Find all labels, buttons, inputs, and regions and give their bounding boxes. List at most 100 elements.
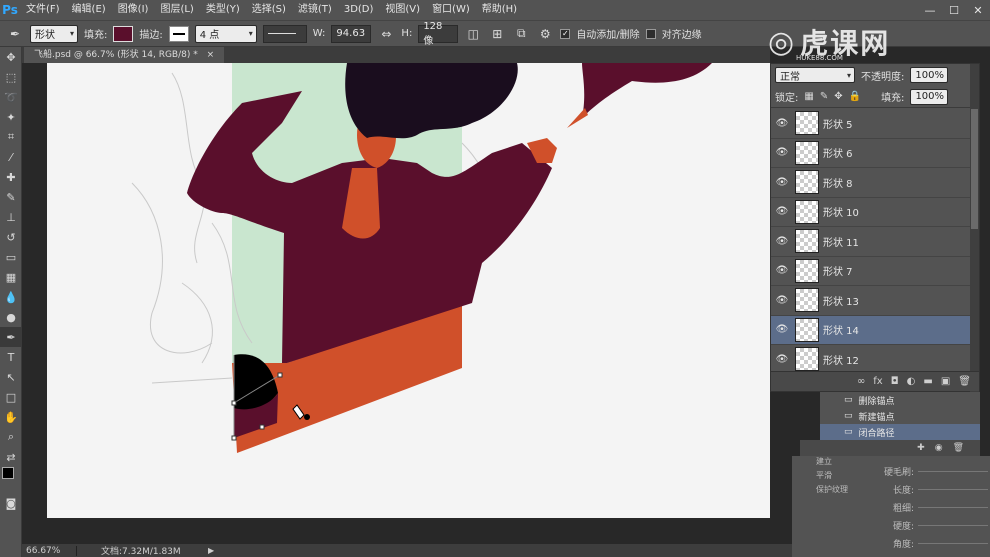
path-selection-tool-icon[interactable]: ↖ bbox=[0, 367, 22, 387]
type-tool-icon[interactable]: T bbox=[0, 347, 22, 367]
tool-mode-select[interactable]: 形状 ▾ bbox=[30, 24, 78, 43]
minimize-button[interactable]: — bbox=[918, 0, 942, 20]
bristle-row[interactable]: 硬毛刷: bbox=[878, 462, 988, 480]
stiffness-row[interactable]: 硬度: bbox=[878, 516, 988, 534]
eye-icon[interactable]: 👁 bbox=[771, 118, 793, 129]
path-arrangement-icon[interactable]: ⧉ bbox=[512, 25, 530, 43]
layer-style-icon[interactable]: fx bbox=[873, 376, 882, 387]
lock-all-icon[interactable]: 🔒 bbox=[849, 91, 861, 102]
menu-file[interactable]: 文件(F) bbox=[20, 0, 66, 20]
bristle-slider[interactable] bbox=[918, 470, 988, 472]
eye-icon[interactable]: 👁 bbox=[771, 265, 793, 276]
eye-icon[interactable]: 👁 bbox=[771, 236, 793, 247]
adjustment-layer-icon[interactable]: ◐ bbox=[907, 376, 916, 387]
layer-row[interactable]: 👁 形状 12 bbox=[771, 345, 979, 371]
eraser-tool-icon[interactable]: ▭ bbox=[0, 247, 22, 267]
blur-tool-icon[interactable]: 💧 bbox=[0, 287, 22, 307]
path-alignment-icon[interactable]: ⊞ bbox=[488, 25, 506, 43]
thickness-slider[interactable] bbox=[918, 506, 988, 508]
trash-icon[interactable]: 🗑 bbox=[958, 376, 971, 387]
pen-tool-preset-icon[interactable]: ✒ bbox=[6, 25, 24, 43]
action-row-selected[interactable]: ▭ 闭合路径 bbox=[820, 424, 980, 440]
layer-row-selected[interactable]: 👁 形状 14 bbox=[771, 315, 979, 345]
lock-image-icon[interactable]: ✎ bbox=[820, 91, 828, 102]
eye-icon[interactable]: 👁 bbox=[771, 354, 793, 365]
menu-filter[interactable]: 滤镜(T) bbox=[292, 0, 338, 20]
canvas-artwork[interactable] bbox=[22, 63, 770, 548]
menu-3d[interactable]: 3D(D) bbox=[338, 0, 380, 20]
swap-colors-icon[interactable]: ⇄ bbox=[0, 447, 22, 467]
menu-window[interactable]: 窗口(W) bbox=[426, 0, 476, 20]
menu-view[interactable]: 视图(V) bbox=[379, 0, 426, 20]
height-input[interactable]: 128 像 bbox=[418, 21, 459, 47]
angle-row[interactable]: 角度: bbox=[878, 534, 988, 552]
menu-type[interactable]: 类型(Y) bbox=[200, 0, 246, 20]
angle-slider[interactable] bbox=[918, 542, 988, 544]
menu-image[interactable]: 图像(I) bbox=[112, 0, 155, 20]
brush-option-protect-texture[interactable]: 保护纹理 bbox=[792, 484, 872, 498]
healing-brush-tool-icon[interactable]: ✚ bbox=[0, 167, 22, 187]
canvas-workspace[interactable] bbox=[22, 63, 770, 548]
clone-stamp-tool-icon[interactable]: ⊥ bbox=[0, 207, 22, 227]
foreground-color-swatch[interactable] bbox=[2, 467, 14, 479]
path-operations-icon[interactable]: ◫ bbox=[464, 25, 482, 43]
brush-tool-icon[interactable]: ✎ bbox=[0, 187, 22, 207]
status-menu-arrow-icon[interactable]: ▶ bbox=[208, 546, 214, 555]
action-row[interactable]: ▭ 新建锚点 bbox=[820, 408, 980, 424]
layer-row[interactable]: 👁 形状 10 bbox=[771, 197, 979, 227]
new-group-icon[interactable]: ▬ bbox=[923, 376, 932, 387]
width-input[interactable]: 94.63 bbox=[331, 24, 372, 43]
eyedropper-tool-icon[interactable]: ⁄ bbox=[0, 147, 22, 167]
zoom-level[interactable]: 66.67% bbox=[22, 545, 77, 556]
record-icon[interactable]: ◉ bbox=[935, 443, 943, 453]
close-tab-icon[interactable]: × bbox=[207, 50, 215, 60]
pen-tool-icon[interactable]: ✒ bbox=[0, 327, 22, 347]
brush-option-build-up[interactable]: 建立 bbox=[792, 456, 872, 470]
opacity-input[interactable]: 100% bbox=[910, 67, 949, 83]
move-tool-icon[interactable]: ✥ bbox=[0, 47, 22, 67]
align-edges-checkbox[interactable] bbox=[645, 28, 656, 39]
quick-mask-icon[interactable]: ◙ bbox=[0, 493, 22, 513]
layers-scrollbar-thumb[interactable] bbox=[971, 109, 978, 229]
marquee-tool-icon[interactable]: ⬚ bbox=[0, 67, 22, 87]
menu-layer[interactable]: 图层(L) bbox=[154, 0, 199, 20]
dodge-tool-icon[interactable]: ● bbox=[0, 307, 22, 327]
fill-color-swatch[interactable] bbox=[113, 25, 134, 42]
magic-wand-tool-icon[interactable]: ✦ bbox=[0, 107, 22, 127]
lock-transparent-icon[interactable]: ▦ bbox=[804, 91, 813, 102]
fill-opacity-input[interactable]: 100% bbox=[910, 88, 949, 105]
gear-icon[interactable]: ⚙ bbox=[536, 25, 554, 43]
eye-icon[interactable]: 👁 bbox=[771, 324, 793, 335]
menu-edit[interactable]: 编辑(E) bbox=[66, 0, 112, 20]
auto-add-delete-checkbox[interactable]: ✓ bbox=[560, 28, 571, 39]
eye-icon[interactable]: 👁 bbox=[771, 206, 793, 217]
close-button[interactable]: ✕ bbox=[966, 0, 990, 20]
rectangle-tool-icon[interactable]: □ bbox=[0, 387, 22, 407]
length-slider[interactable] bbox=[918, 488, 988, 490]
layer-row[interactable]: 👁 形状 13 bbox=[771, 286, 979, 316]
stroke-type-select[interactable] bbox=[262, 24, 307, 43]
layer-mask-icon[interactable]: ◘ bbox=[891, 376, 899, 387]
crop-tool-icon[interactable]: ⌗ bbox=[0, 127, 22, 147]
layers-scrollbar[interactable] bbox=[970, 64, 979, 393]
menu-help[interactable]: 帮助(H) bbox=[476, 0, 523, 20]
eye-icon[interactable]: 👁 bbox=[771, 295, 793, 306]
new-layer-icon[interactable]: ▣ bbox=[941, 376, 950, 387]
eye-icon[interactable]: 👁 bbox=[771, 147, 793, 158]
link-icon[interactable]: ⇔ bbox=[377, 25, 395, 43]
zoom-tool-icon[interactable]: ⌕ bbox=[0, 427, 22, 447]
brush-option-smoothing[interactable]: 平滑 bbox=[792, 470, 872, 484]
lasso-tool-icon[interactable]: ➰ bbox=[0, 87, 22, 107]
hand-tool-icon[interactable]: ✋ bbox=[0, 407, 22, 427]
length-row[interactable]: 长度: bbox=[878, 480, 988, 498]
history-brush-tool-icon[interactable]: ↺ bbox=[0, 227, 22, 247]
stroke-color-swatch[interactable] bbox=[168, 25, 189, 42]
action-row[interactable]: ▭ 删除锚点 bbox=[820, 392, 980, 408]
gradient-tool-icon[interactable]: ▦ bbox=[0, 267, 22, 287]
blend-mode-select[interactable]: 正常 ▾ bbox=[775, 67, 855, 83]
stroke-width-input[interactable]: 4 点 ▾ bbox=[194, 24, 257, 43]
layer-row[interactable]: 👁 形状 5 bbox=[771, 109, 979, 139]
layer-row[interactable]: 👁 形状 8 bbox=[771, 168, 979, 198]
menu-select[interactable]: 选择(S) bbox=[246, 0, 292, 20]
thickness-row[interactable]: 粗细: bbox=[878, 498, 988, 516]
